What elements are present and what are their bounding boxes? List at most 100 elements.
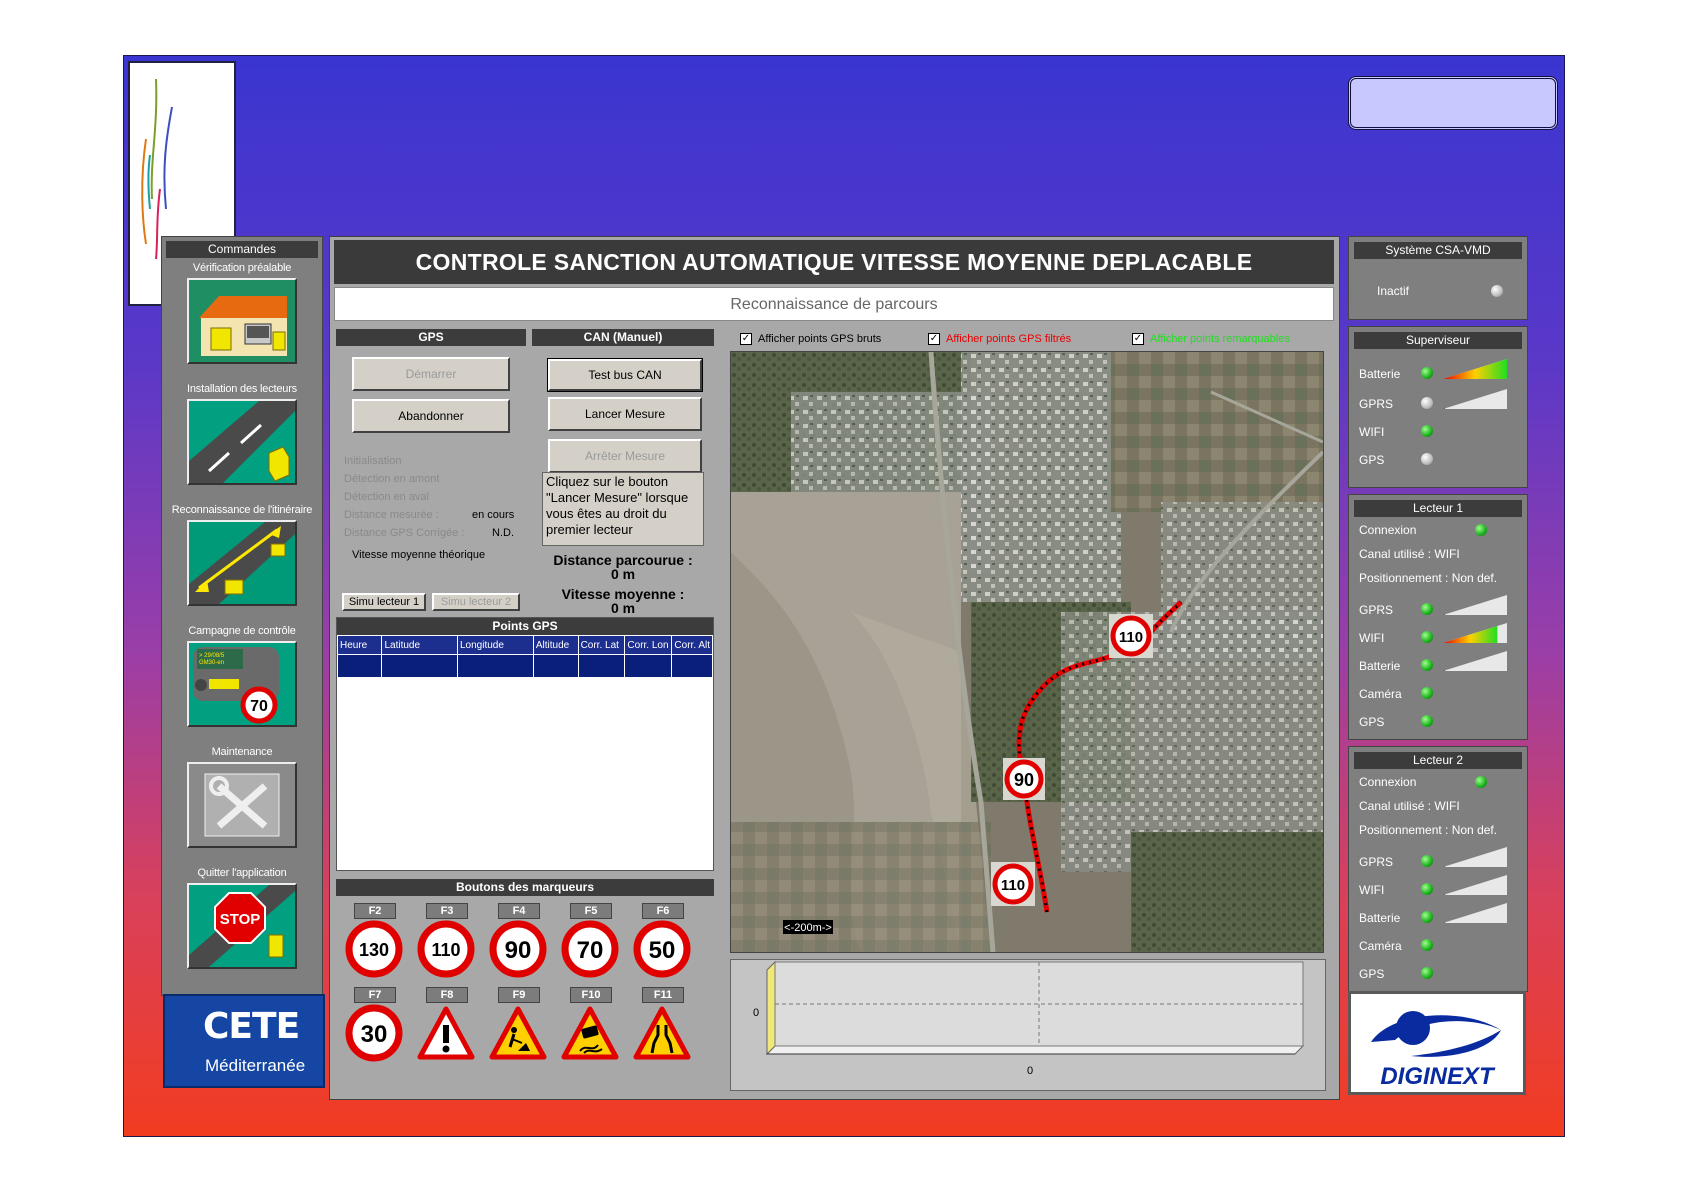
simu-reader-1-button[interactable]: Simu lecteur 1 bbox=[342, 593, 426, 611]
gps-points-section: Points GPS Heure Latitude Longitude Alti… bbox=[336, 617, 714, 871]
route-recon-icon[interactable] bbox=[187, 520, 297, 606]
column-header[interactable]: Longitude bbox=[456, 635, 534, 655]
can-header: CAN (Manuel) bbox=[532, 329, 714, 346]
markers-section: Boutons des marqueurs F2 F3 F4 F5 F6 130… bbox=[336, 879, 714, 1091]
speed-70-marker-button[interactable]: 70 bbox=[560, 919, 620, 979]
command-control-campaign[interactable]: Campagne de contrôle > 29/08/5 GM30-en 7… bbox=[162, 623, 322, 727]
command-label: Installation des lecteurs bbox=[187, 383, 297, 395]
key-f3: F3 bbox=[426, 903, 468, 919]
status-measured-label: Distance mesurée : bbox=[344, 509, 439, 521]
map-sign-value: 90 bbox=[1014, 770, 1034, 790]
supervisor-gprs-label: GPRS bbox=[1359, 397, 1394, 411]
commands-panel: Commandes Vérification préalable Install… bbox=[161, 236, 323, 996]
column-header[interactable]: Altitude bbox=[532, 635, 579, 655]
distance-value: 0 m bbox=[610, 566, 636, 582]
column-header[interactable]: Corr. Alt bbox=[671, 635, 713, 655]
start-button[interactable]: Démarrer bbox=[352, 357, 510, 391]
table-row[interactable] bbox=[336, 654, 713, 678]
checkbox-icon[interactable]: ✓ bbox=[928, 333, 940, 345]
reader2-position: Positionnement : Non def. bbox=[1359, 823, 1498, 837]
signal-strength-icon bbox=[1443, 623, 1507, 643]
command-label: Reconnaissance de l'itinéraire bbox=[171, 504, 313, 516]
gps-points-table[interactable]: Heure Latitude Longitude Altitude Corr. … bbox=[336, 635, 713, 678]
check-remarkable-points[interactable]: ✓ Afficher points remarquables bbox=[1132, 333, 1290, 345]
speed-50-marker-button[interactable]: 50 bbox=[632, 919, 692, 979]
signal-strength-icon bbox=[1443, 651, 1507, 671]
tools-icon[interactable] bbox=[187, 762, 297, 848]
system-status: Inactif bbox=[1377, 284, 1410, 298]
signal-strength-icon bbox=[1443, 903, 1507, 923]
test-can-button[interactable]: Test bus CAN bbox=[547, 358, 703, 392]
road-narrows-icon[interactable] bbox=[632, 1003, 692, 1063]
launch-measure-button[interactable]: Lancer Mesure bbox=[548, 397, 702, 431]
abort-button[interactable]: Abandonner bbox=[352, 399, 510, 433]
signal-strength-icon bbox=[1443, 595, 1507, 615]
stop-measure-button[interactable]: Arrêter Mesure bbox=[548, 439, 702, 473]
speed-110-marker-button[interactable]: 110 bbox=[416, 919, 476, 979]
reader1-position: Positionnement : Non def. bbox=[1359, 571, 1498, 585]
map-speed-sign-110-bottom: 110 bbox=[991, 862, 1035, 906]
reader1-camera-label: Caméra bbox=[1359, 687, 1402, 701]
check-remarkable-label: Afficher points remarquables bbox=[1150, 333, 1290, 345]
marker-value: 110 bbox=[431, 940, 460, 960]
can-section: CAN (Manuel) Test bus CAN Lancer Mesure … bbox=[532, 329, 714, 615]
speed-30-marker-button[interactable]: 30 bbox=[344, 1003, 404, 1063]
reader1-channel: Canal utilisé : WIFI bbox=[1359, 547, 1460, 561]
supervisor-header: Superviseur bbox=[1354, 332, 1522, 349]
map-sign-value: 110 bbox=[1001, 877, 1025, 894]
map-scale: <-200m-> bbox=[783, 920, 833, 934]
command-quit[interactable]: Quitter l'application STOP bbox=[162, 865, 322, 969]
command-maintenance[interactable]: Maintenance bbox=[162, 744, 322, 848]
command-install-readers[interactable]: Installation des lecteurs bbox=[162, 381, 322, 485]
cete-title: CETE bbox=[203, 1006, 300, 1047]
speed-90-marker-button[interactable]: 90 bbox=[488, 919, 548, 979]
reader2-connection-led bbox=[1475, 776, 1487, 788]
speed-graph: 0 0 bbox=[730, 959, 1326, 1091]
gps-header: GPS bbox=[336, 329, 526, 346]
reader1-gps-led bbox=[1421, 715, 1433, 727]
checkbox-icon[interactable]: ✓ bbox=[740, 333, 752, 345]
speed-130-marker-button[interactable]: 130 bbox=[344, 919, 404, 979]
key-f4: F4 bbox=[498, 903, 540, 919]
reader2-gps-label: GPS bbox=[1359, 967, 1385, 981]
command-label: Vérification préalable bbox=[192, 262, 292, 274]
distance-label: Distance parcourue : bbox=[553, 552, 693, 568]
marker-value: 130 bbox=[359, 940, 389, 960]
check-filtered-label: Afficher points GPS filtrés bbox=[946, 333, 1072, 345]
supervisor-battery-label: Batterie bbox=[1359, 367, 1401, 381]
reader1-gprs-led bbox=[1421, 603, 1433, 615]
svg-text:GM30-en: GM30-en bbox=[199, 660, 224, 666]
command-route-recognition[interactable]: Reconnaissance de l'itinéraire bbox=[162, 502, 322, 606]
map-options: ✓ Afficher points GPS bruts ✓ Afficher p… bbox=[720, 329, 1334, 351]
roadworks-icon[interactable] bbox=[488, 1003, 548, 1063]
stop-sign-icon[interactable]: STOP bbox=[187, 883, 297, 969]
check-filtered-gps[interactable]: ✓ Afficher points GPS filtrés bbox=[928, 333, 1071, 345]
gps-section: GPS Démarrer Abandonner Initialisation D… bbox=[336, 329, 526, 611]
house-check-icon[interactable] bbox=[187, 278, 297, 364]
signal-strength-icon bbox=[1443, 847, 1507, 867]
marker-value: 30 bbox=[361, 1021, 388, 1048]
command-verification[interactable]: Vérification préalable bbox=[162, 260, 322, 364]
slippery-road-icon[interactable] bbox=[560, 1003, 620, 1063]
aerial-map[interactable]: 110 90 110 <-200m-> bbox=[730, 351, 1324, 953]
simu-reader-2-button[interactable]: Simu lecteur 2 bbox=[432, 593, 520, 611]
road-install-icon[interactable] bbox=[187, 399, 297, 485]
column-header[interactable]: Latitude bbox=[381, 635, 458, 655]
check-raw-gps[interactable]: ✓ Afficher points GPS bruts bbox=[740, 333, 881, 345]
reader2-gprs-label: GPRS bbox=[1359, 855, 1394, 869]
status-measured-value: en cours bbox=[472, 509, 515, 521]
system-led bbox=[1491, 285, 1503, 297]
markers-header: Boutons des marqueurs bbox=[336, 879, 714, 896]
danger-icon[interactable] bbox=[416, 1003, 476, 1063]
column-header[interactable]: Corr. Lat bbox=[577, 635, 626, 655]
status-init: Initialisation bbox=[344, 455, 402, 467]
supervisor-wifi-led bbox=[1421, 425, 1433, 437]
car-speed-70-icon[interactable]: > 29/08/5 GM30-en 70 bbox=[187, 641, 297, 727]
map-speed-sign-90: 90 bbox=[1003, 758, 1045, 800]
column-header[interactable]: Heure bbox=[336, 635, 383, 655]
signal-strength-icon bbox=[1443, 389, 1507, 409]
column-header[interactable]: Corr. Lon bbox=[624, 635, 673, 655]
supervisor-gps-label: GPS bbox=[1359, 453, 1385, 467]
key-f7: F7 bbox=[354, 987, 396, 1003]
checkbox-icon[interactable]: ✓ bbox=[1132, 333, 1144, 345]
